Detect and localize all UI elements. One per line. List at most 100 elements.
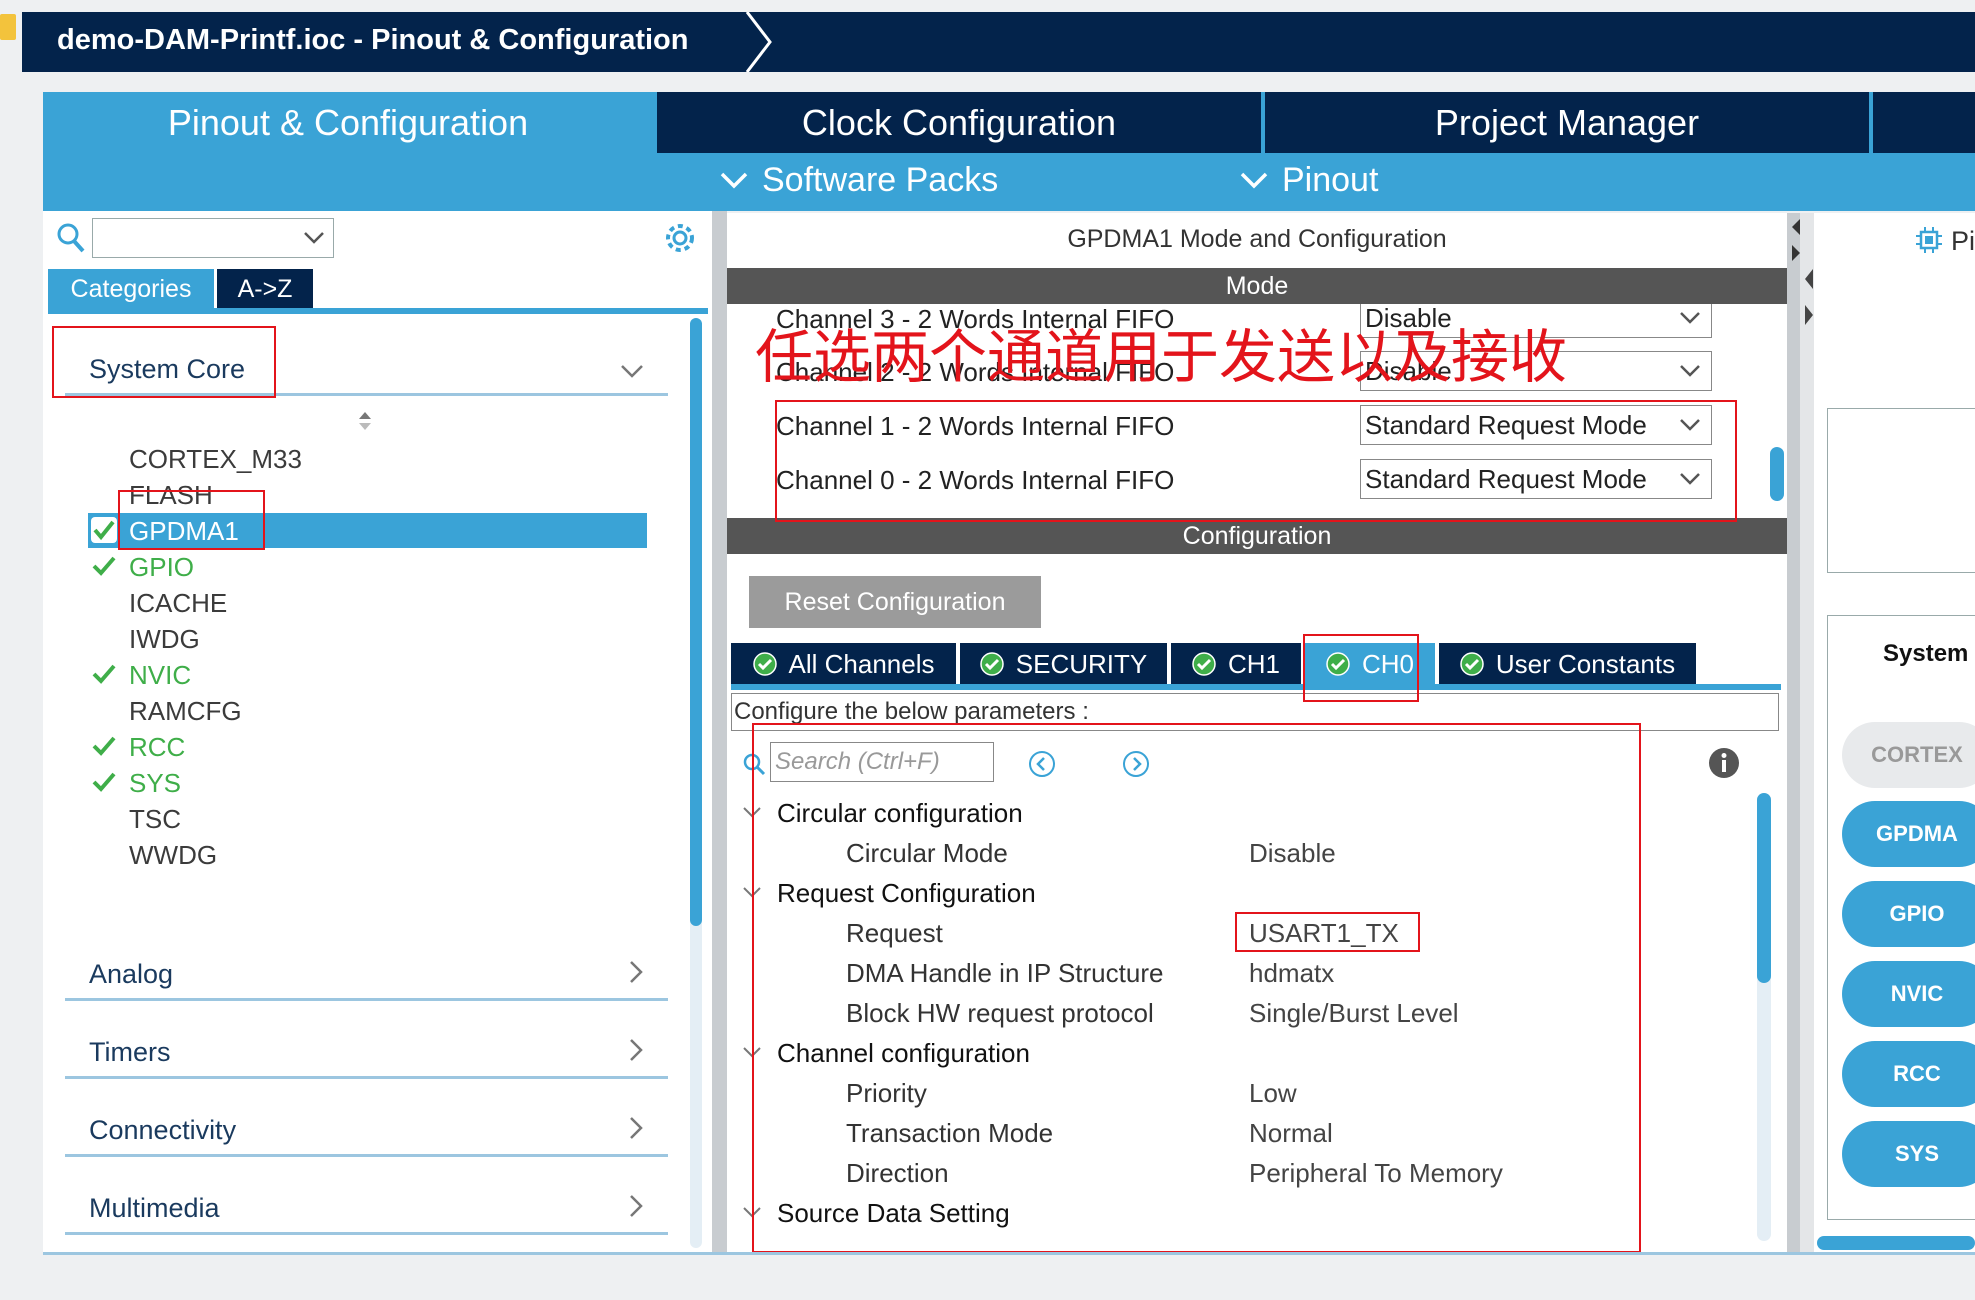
annotation-box-channels [775, 400, 1737, 522]
search-icon[interactable] [56, 222, 86, 254]
tab-label: SECURITY [1015, 648, 1148, 679]
panel-splitter[interactable] [712, 211, 727, 1253]
tree-item-wwdg[interactable]: WWDG [129, 840, 217, 871]
category-multimedia[interactable]: Multimedia [65, 1157, 668, 1235]
breadcrumb-chevron-icon [745, 12, 772, 72]
tree-item-iwdg[interactable]: IWDG [129, 624, 200, 655]
tab-a-z[interactable]: A->Z [217, 269, 313, 309]
mode-header: Mode [727, 268, 1787, 304]
category-label: Timers [89, 1037, 171, 1067]
tab-label: Pinout & Configuration [167, 101, 529, 143]
title-bar: demo-DAM-Printf.ioc - Pinout & Configura… [22, 12, 1975, 72]
tab-tools[interactable] [1873, 92, 1975, 153]
check-icon [92, 664, 116, 684]
tab-pinout-configuration[interactable]: Pinout & Configuration [43, 92, 653, 153]
top-strip [0, 0, 1975, 12]
annotation-box-request [1235, 912, 1420, 952]
category-analog[interactable]: Analog [65, 923, 668, 1001]
check-icon [92, 772, 116, 792]
chip-icon [1916, 227, 1942, 253]
pinout-menu[interactable]: Pinout [1240, 161, 1378, 200]
tab-underline [731, 684, 1781, 690]
annotation-box-gpdma1 [118, 490, 265, 550]
mode-header-label: Mode [1225, 271, 1289, 300]
collapse-arrows-icon[interactable] [1803, 265, 1815, 335]
system-label: System [1883, 640, 1969, 667]
rcc-button[interactable]: RCC [1842, 1041, 1975, 1107]
annotation-box-parameters [752, 723, 1641, 1253]
chevron-right-icon [630, 961, 643, 983]
horizontal-scrollbar-thumb[interactable] [1817, 1236, 1975, 1250]
check-circle-icon [752, 652, 777, 676]
gpio-button[interactable]: GPIO [1842, 881, 1975, 947]
configure-text: Configure the below parameters : [734, 698, 1089, 725]
configuration-header-label: Configuration [1182, 521, 1332, 550]
category-connectivity[interactable]: Connectivity [65, 1079, 668, 1157]
parameter-scrollbar-thumb[interactable] [1757, 793, 1771, 983]
nvic-button[interactable]: NVIC [1842, 961, 1975, 1027]
software-packs-label: Software Packs [762, 161, 999, 199]
category-label: Analog [89, 959, 174, 989]
chevron-down-icon [1680, 365, 1700, 377]
window-title: demo-DAM-Printf.ioc - Pinout & Configura… [57, 24, 689, 56]
tree-item-tsc[interactable]: TSC [129, 804, 181, 835]
category-timers[interactable]: Timers [65, 1001, 668, 1079]
folder-icon [0, 14, 16, 40]
tree-item-ramcfg[interactable]: RAMCFG [129, 696, 242, 727]
info-icon[interactable] [1708, 747, 1740, 779]
tree-item-icache[interactable]: ICACHE [129, 588, 227, 619]
right-panel-gutter [1800, 213, 1814, 1253]
tree-item-cortex-m33[interactable]: CORTEX_M33 [129, 444, 302, 475]
tab-clock-configuration[interactable]: Clock Configuration [657, 92, 1261, 153]
tab-categories[interactable]: Categories [48, 269, 214, 309]
category-label: Connectivity [89, 1115, 237, 1145]
tree-item-nvic[interactable]: NVIC [129, 660, 191, 691]
tab-label: Clock Configuration [801, 101, 1117, 143]
software-packs-menu[interactable]: Software Packs [720, 161, 998, 200]
tab-user-constants[interactable]: User Constants [1439, 643, 1696, 685]
panel-title: GPDMA1 Mode and Configuration [1067, 225, 1447, 253]
tab-label: Categories [70, 274, 192, 303]
scrollbar-thumb[interactable] [690, 318, 702, 926]
mode-scrollbar-thumb[interactable] [1770, 447, 1784, 501]
panel-splitter[interactable] [1787, 213, 1800, 1253]
chevron-right-icon [630, 1117, 643, 1139]
sys-button[interactable]: SYS [1842, 1121, 1975, 1187]
sort-icon[interactable] [357, 410, 373, 432]
tab-all-channels[interactable]: All Channels [731, 643, 956, 685]
tree-item-gpio[interactable]: GPIO [129, 552, 194, 583]
check-icon [92, 556, 116, 576]
reset-configuration-button[interactable]: Reset Configuration [749, 576, 1041, 628]
cortex-button[interactable]: CORTEX [1842, 722, 1975, 788]
right-panel-header: Pi [1951, 226, 1975, 256]
check-circle-icon [1192, 652, 1216, 676]
tree-item-sys[interactable]: SYS [129, 768, 181, 799]
tab-label: Project Manager [1434, 101, 1700, 143]
gear-icon[interactable] [664, 222, 696, 254]
chevron-right-icon [630, 1195, 643, 1217]
annotation-text: 任选两个通道用于发送以及接收 [755, 323, 1568, 391]
tab-label: All Channels [788, 648, 935, 679]
annotation-box-system-core [52, 326, 276, 398]
button-label: Reset Configuration [784, 587, 1006, 616]
category-label: Multimedia [89, 1193, 220, 1223]
annotation-box-ch0-tab [1303, 634, 1419, 702]
tab-label: A->Z [237, 274, 293, 303]
tab-project-manager[interactable]: Project Manager [1265, 92, 1869, 153]
tab-ch1[interactable]: CH1 [1171, 643, 1301, 685]
check-circle-icon [1460, 652, 1484, 676]
info-frame [1827, 408, 1975, 573]
chevron-right-icon [630, 1039, 643, 1061]
check-circle-icon [980, 652, 1004, 676]
chevron-down-icon [1680, 312, 1700, 324]
bottom-border [43, 1252, 1975, 1255]
check-icon [92, 736, 116, 756]
search-input[interactable] [92, 218, 334, 258]
tree-item-rcc[interactable]: RCC [129, 732, 185, 763]
chevron-down-icon [1240, 172, 1268, 188]
tab-security[interactable]: SECURITY [960, 643, 1167, 685]
tab-label: CH1 [1227, 648, 1280, 679]
chevron-down-icon [720, 172, 748, 188]
chevron-down-icon [621, 365, 643, 378]
gpdma-button[interactable]: GPDMA [1842, 801, 1975, 867]
